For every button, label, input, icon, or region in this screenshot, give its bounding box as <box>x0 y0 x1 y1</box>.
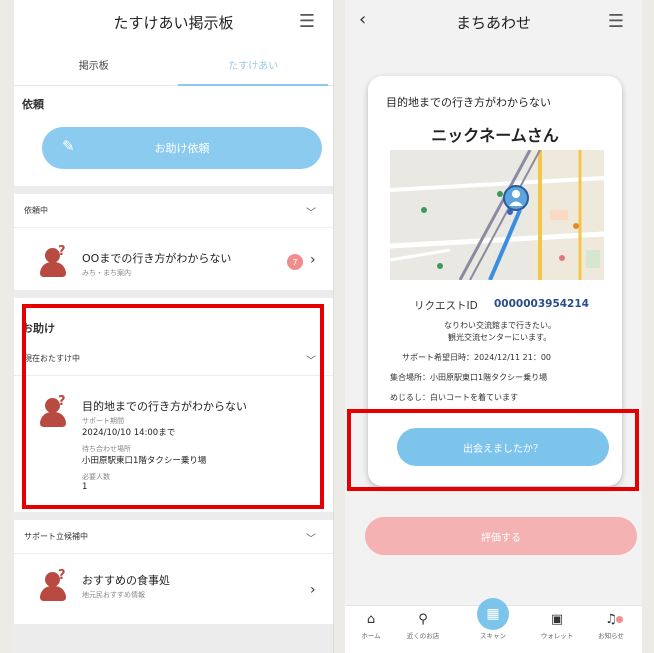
in-request-header[interactable]: 依頼中 ﹀ <box>14 194 333 228</box>
request-id: 0000003954214 <box>494 298 589 310</box>
nav-scan[interactable]: ▦ スキャン <box>467 598 519 640</box>
chevron-down-icon: ﹀ <box>306 208 316 219</box>
divider <box>14 624 333 653</box>
item-title: OOまでの行き方がわからない <box>82 252 232 265</box>
map-graphic <box>390 150 604 280</box>
chevron-down-icon: ﹀ <box>306 534 316 545</box>
notification-dot <box>616 616 623 623</box>
nav-scan-label: スキャン <box>480 632 506 640</box>
landmark: めじるし：白いコートを着ています <box>390 393 518 402</box>
request-section-title: 依頼 <box>22 98 44 111</box>
pencil-icon: ✎ <box>62 137 75 155</box>
nav-notifications[interactable]: ♫ お知らせ <box>585 612 637 640</box>
help-avatar-icon: ? <box>38 568 72 604</box>
divider <box>14 186 333 194</box>
header: ‹ まちあわせ ☰ <box>345 0 642 44</box>
meeting-place: 集合場所：小田原駅東口1階タクシー乗り場 <box>390 373 548 382</box>
support-time: サポート希望日時：2024/12/11 21：00 <box>402 353 552 362</box>
help-avatar-icon: ? <box>38 244 72 280</box>
meeting-screen: ‹ まちあわせ ☰ 目的地までの行き方がわからない ニックネームさん リクエスト… <box>345 0 642 653</box>
in-request-label: 依頼中 <box>24 206 48 215</box>
tab-underline <box>178 84 328 86</box>
chevron-right-icon: › <box>310 582 316 598</box>
page-title: たすけあい掲示板 <box>113 13 234 32</box>
divider <box>14 512 333 520</box>
home-icon: ⌂ <box>366 612 376 627</box>
request-help-button[interactable]: ✎ お助け依頼 <box>42 127 322 169</box>
candidate-item[interactable]: ? おすすめの食事処 地元民おすすめ情報 › <box>14 554 333 624</box>
highlight-box <box>22 304 324 509</box>
nav-wallet-label: ウォレット <box>540 632 574 640</box>
request-id-label: リクエストID <box>414 300 478 312</box>
map-view[interactable] <box>390 150 604 280</box>
back-icon[interactable]: ‹ <box>359 9 366 30</box>
tab-tasukeai[interactable]: たすけあい <box>174 44 334 85</box>
in-request-item[interactable]: ? OOまでの行き方がわからない みち・まち案内 7 › <box>14 228 333 290</box>
message-line2: 観光交流センターにいます。 <box>448 333 552 342</box>
menu-icon[interactable]: ☰ <box>608 11 624 32</box>
evaluate-button[interactable]: 評価する <box>365 517 637 555</box>
nav-home[interactable]: ⌂ ホーム <box>345 612 397 640</box>
nav-wallet[interactable]: ▣ ウォレット <box>531 612 583 640</box>
board-screen: たすけあい掲示板 ☰ 掲示板 たすけあい 依頼 ✎ お助け依頼 依頼中 ﹀ ? … <box>14 0 334 653</box>
nickname: ニックネームさん <box>431 126 559 145</box>
nav-nearby-label: 近くのお店 <box>406 632 440 640</box>
header: たすけあい掲示板 ☰ <box>14 0 333 44</box>
menu-icon[interactable]: ☰ <box>299 11 315 32</box>
item-category: みち・まち案内 <box>82 269 131 277</box>
item-category: 地元民おすすめ情報 <box>82 591 145 599</box>
bottom-nav: ⌂ ホーム ⚲ 近くのお店 ▦ スキャン ▣ ウォレット ♫ お知らせ <box>345 598 642 653</box>
chevron-right-icon: › <box>310 252 316 268</box>
nav-nearby[interactable]: ⚲ 近くのお店 <box>397 612 449 640</box>
highlight-box <box>347 409 639 491</box>
bell-icon: ♫ <box>605 612 617 627</box>
wallet-icon: ▣ <box>550 612 564 627</box>
tab-board[interactable]: 掲示板 <box>14 44 174 85</box>
page-title: まちあわせ <box>455 13 531 32</box>
nav-home-label: ホーム <box>361 632 381 640</box>
request-title: 目的地までの行き方がわからない <box>386 96 551 109</box>
candidate-header[interactable]: サポート立候補中 ﹀ <box>14 520 333 554</box>
tab-bar: 掲示板 たすけあい <box>14 44 333 86</box>
nav-notifications-label: お知らせ <box>598 632 624 640</box>
count-badge: 7 <box>287 254 303 270</box>
message-line1: なりわい交流館まで行きたい。 <box>444 321 556 330</box>
candidate-label: サポート立候補中 <box>24 532 88 541</box>
divider <box>14 290 333 298</box>
location-pin-icon: ⚲ <box>418 612 428 627</box>
request-help-label: お助け依頼 <box>154 142 210 155</box>
qr-scan-icon: ▦ <box>477 598 509 630</box>
item-title: おすすめの食事処 <box>82 574 170 587</box>
